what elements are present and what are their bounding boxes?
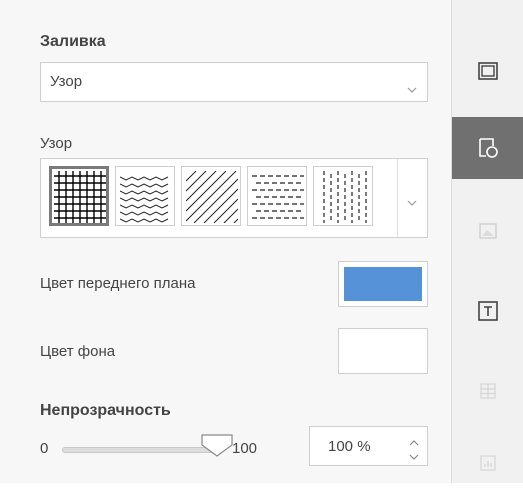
fill-type-select[interactable]: Узор xyxy=(40,62,428,102)
background-color-swatch xyxy=(344,334,422,368)
opacity-slider-min: 0 xyxy=(40,440,49,457)
foreground-color-swatch xyxy=(344,267,422,301)
pattern-picker xyxy=(40,158,428,238)
opacity-section-title: Непрозрачность xyxy=(40,402,171,419)
dashed-pattern-icon xyxy=(252,175,304,219)
fill-section-title: Заливка xyxy=(40,33,106,50)
tab-shape-settings[interactable] xyxy=(452,117,523,179)
chevron-up-icon[interactable] xyxy=(407,435,421,446)
pattern-swatch-grid[interactable] xyxy=(49,166,109,226)
tab-chart-settings[interactable] xyxy=(452,432,523,494)
opacity-spinner-value: 100 % xyxy=(328,438,371,455)
image-settings-icon xyxy=(479,223,497,239)
diagonal-pattern-icon xyxy=(186,171,238,223)
foreground-color-picker[interactable] xyxy=(338,261,428,307)
table-settings-icon xyxy=(480,383,496,399)
pattern-swatch-vertical-dashes[interactable] xyxy=(313,166,373,226)
pattern-swatch-diagonal[interactable] xyxy=(181,166,241,226)
text-settings-icon xyxy=(478,301,498,321)
background-color-label: Цвет фона xyxy=(40,343,116,360)
vertical-dash-pattern-icon xyxy=(323,171,367,223)
chevron-down-icon[interactable] xyxy=(407,193,417,211)
chevron-down-icon xyxy=(407,80,417,98)
wavy-pattern-icon xyxy=(120,176,169,223)
grid-pattern-icon xyxy=(54,171,106,223)
tab-table-settings[interactable] xyxy=(452,360,523,422)
pattern-label: Узор xyxy=(40,135,73,152)
opacity-slider-thumb[interactable] xyxy=(200,433,234,457)
chart-settings-icon xyxy=(480,455,496,471)
pattern-swatch-horizontal-dashes[interactable] xyxy=(115,166,175,226)
right-sidebar xyxy=(451,0,523,483)
shape-settings-icon xyxy=(479,138,498,158)
settings-panel: Заливка Узор Узор Цвет переднего плана Ц… xyxy=(0,0,451,483)
fill-type-value: Узор xyxy=(50,73,83,90)
background-color-picker[interactable] xyxy=(338,328,428,374)
pattern-divider xyxy=(397,159,398,237)
tab-text-settings[interactable] xyxy=(452,280,523,342)
pattern-swatch-dashed[interactable] xyxy=(247,166,307,226)
opacity-spinner[interactable]: 100 % xyxy=(309,426,428,466)
chevron-down-icon[interactable] xyxy=(407,449,421,460)
tab-image-settings[interactable] xyxy=(452,200,523,262)
tab-slide-settings[interactable] xyxy=(452,40,523,102)
opacity-slider-max: 100 xyxy=(232,440,258,457)
slide-settings-icon xyxy=(478,62,498,80)
foreground-color-label: Цвет переднего плана xyxy=(40,275,196,292)
